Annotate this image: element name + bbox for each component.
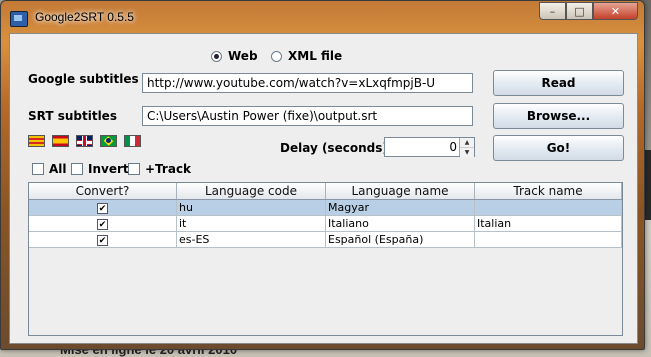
convert-checkbox[interactable]: ✔ [97, 235, 108, 246]
go-button[interactable]: Go! [493, 135, 624, 161]
language-code-cell: it [177, 216, 326, 231]
english-flag-icon[interactable] [76, 135, 93, 147]
catalan-flag-icon[interactable] [28, 135, 45, 147]
delay-label: Delay (seconds) [280, 141, 388, 155]
web-radio-label: Web [228, 49, 258, 63]
xml-file-radio[interactable]: XML file [271, 49, 342, 63]
italian-flag-icon[interactable] [124, 135, 141, 147]
language-name-cell: Magyar [326, 200, 475, 215]
track-name-cell[interactable] [475, 232, 622, 247]
all-checkbox-label: All [49, 162, 67, 176]
invert-checkbox-label: Invert [88, 162, 129, 176]
read-button[interactable]: Read [493, 70, 624, 96]
brazilian-flag-icon[interactable] [100, 135, 117, 147]
column-header-track-name[interactable]: Track name [475, 183, 622, 199]
table-row[interactable]: ✔ it Italiano Italian [29, 216, 622, 232]
srt-subtitles-label: SRT subtitles [28, 109, 117, 123]
delay-value: 0 [449, 140, 457, 154]
column-header-language-name[interactable]: Language name [326, 183, 475, 199]
convert-cell[interactable]: ✔ [29, 232, 177, 247]
table-header: Convert? Language code Language name Tra… [29, 183, 622, 200]
title-bar[interactable]: Google2SRT 0.5.5 – □ ✕ [1, 1, 644, 33]
track-checkbox-label: +Track [145, 162, 192, 176]
languages-table: Convert? Language code Language name Tra… [28, 182, 623, 336]
google-subtitles-label: Google subtitles [28, 72, 139, 86]
checkbox-icon [128, 163, 140, 175]
checkbox-icon [71, 163, 83, 175]
language-name-cell: Italiano [326, 216, 475, 231]
language-code-cell: hu [177, 200, 326, 215]
maximize-button[interactable]: □ [566, 2, 593, 20]
window-controls: – □ ✕ [539, 2, 638, 20]
google-subtitles-url-input[interactable]: http://www.youtube.com/watch?v=xLxqfmpjB… [142, 73, 473, 93]
spinner-down-icon[interactable]: ▼ [460, 148, 474, 157]
invert-checkbox[interactable]: Invert [71, 162, 129, 176]
column-header-convert[interactable]: Convert? [29, 183, 177, 199]
app-icon [10, 11, 28, 27]
web-radio[interactable]: Web [211, 49, 258, 63]
app-window: Google2SRT 0.5.5 – □ ✕ Web XML file Goog… [0, 0, 645, 350]
convert-checkbox[interactable]: ✔ [97, 219, 108, 230]
srt-output-path-input[interactable]: C:\Users\Austin Power (fixe)\output.srt [142, 106, 473, 126]
convert-cell[interactable]: ✔ [29, 216, 177, 231]
language-flags [28, 135, 141, 147]
track-name-cell[interactable]: Italian [475, 216, 622, 231]
language-name-cell: Español (España) [326, 232, 475, 247]
xml-file-radio-label: XML file [288, 49, 343, 63]
spanish-flag-icon[interactable] [52, 135, 69, 147]
table-row[interactable]: ✔ hu Magyar [29, 200, 622, 216]
all-checkbox[interactable]: All [32, 162, 67, 176]
track-name-cell[interactable] [475, 200, 622, 215]
close-button[interactable]: ✕ [593, 2, 638, 20]
main-panel: Web XML file Google subtitles http://www… [9, 33, 638, 344]
convert-cell[interactable]: ✔ [29, 200, 177, 215]
delay-spinner[interactable]: 0 ▲ ▼ [384, 137, 475, 157]
window-title: Google2SRT 0.5.5 [35, 10, 134, 24]
radio-selected-icon [211, 50, 222, 62]
language-code-cell: es-ES [177, 232, 326, 247]
column-header-language-code[interactable]: Language code [177, 183, 326, 199]
spinner-arrows[interactable]: ▲ ▼ [459, 138, 474, 157]
radio-unselected-icon [271, 50, 282, 62]
table-row[interactable]: ✔ es-ES Español (España) [29, 232, 622, 248]
spinner-up-icon[interactable]: ▲ [460, 138, 474, 148]
minimize-button[interactable]: – [539, 2, 566, 20]
checkbox-icon [32, 163, 44, 175]
track-checkbox[interactable]: +Track [128, 162, 191, 176]
convert-checkbox[interactable]: ✔ [97, 203, 108, 214]
browse-button[interactable]: Browse... [493, 103, 624, 129]
